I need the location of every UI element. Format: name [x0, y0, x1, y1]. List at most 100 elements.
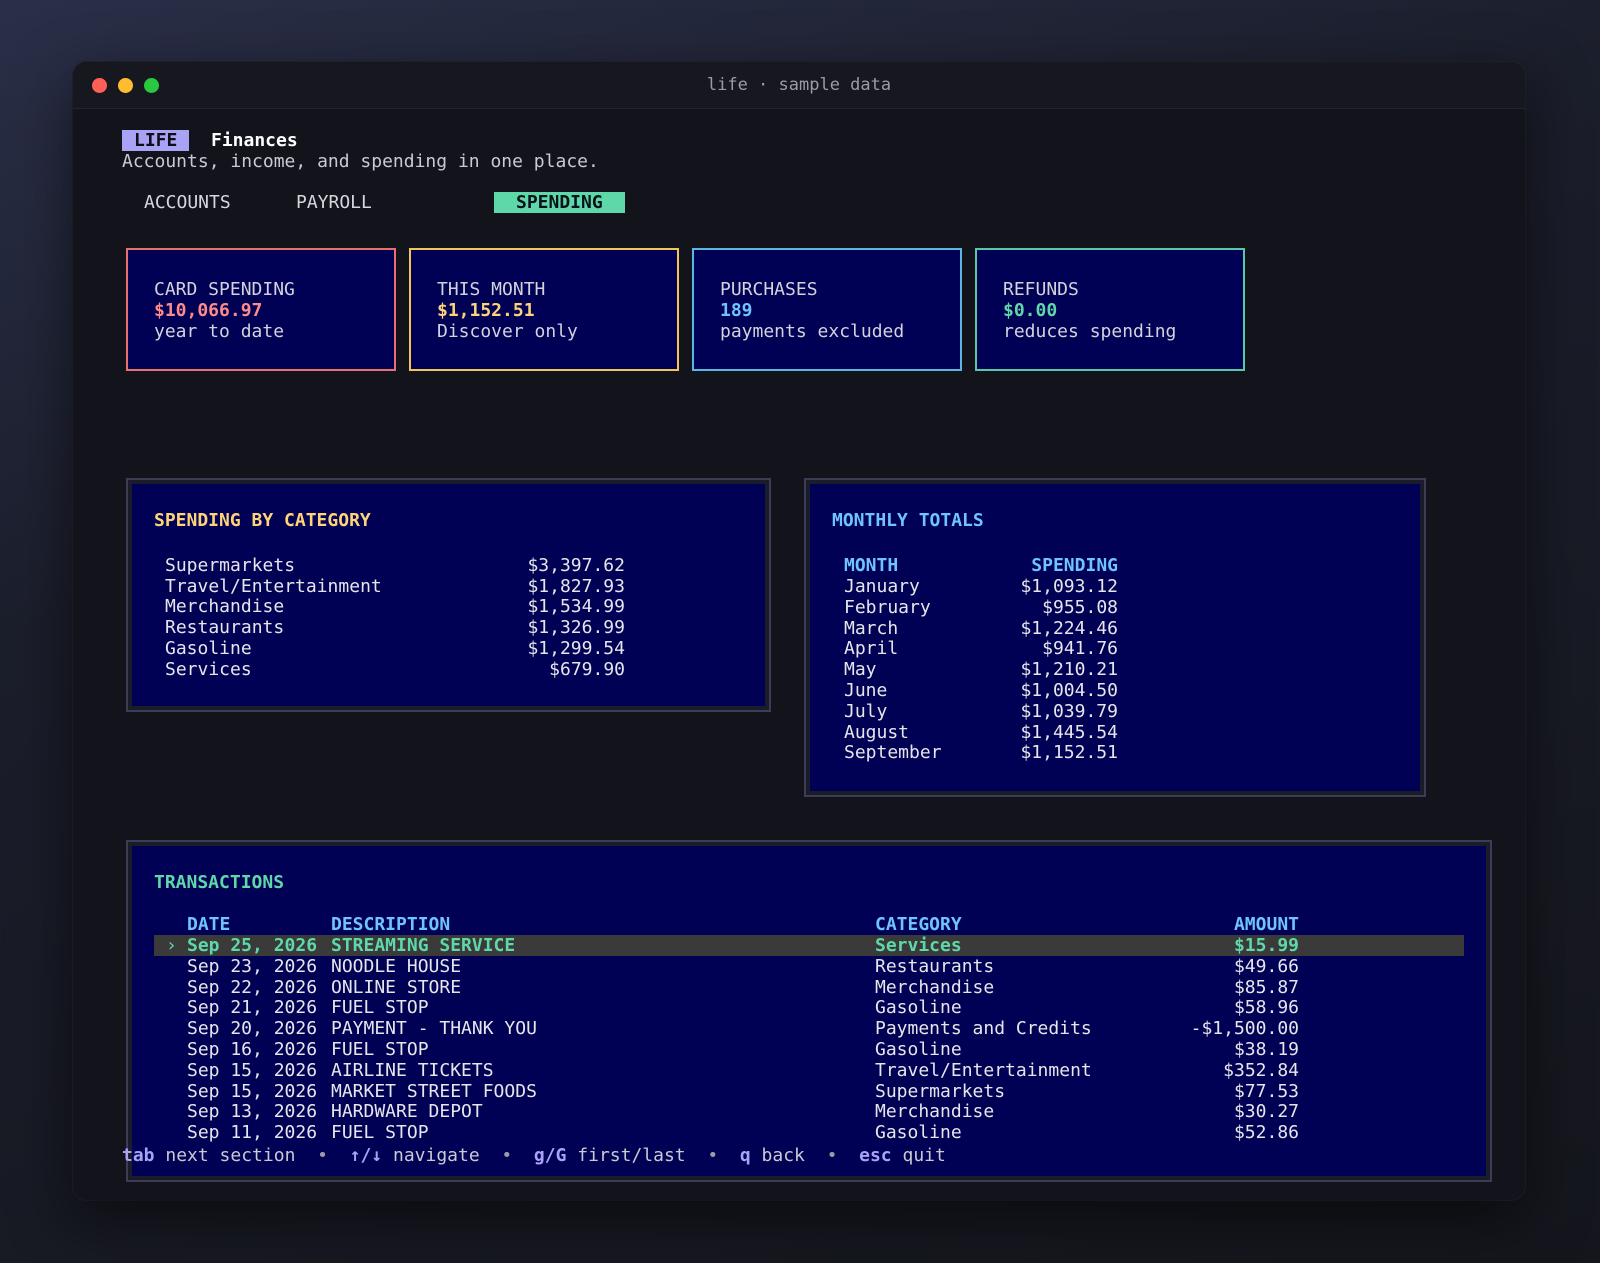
card-spending-card: CARD SPENDING $10,066.97 year to date [126, 248, 396, 371]
hint-key: tab [122, 1145, 155, 1166]
transaction-amount: $38.19 [1233, 1039, 1299, 1060]
transaction-date: Sep 25, 2026 [187, 935, 318, 956]
spending-column-header: SPENDING [1031, 555, 1118, 576]
card-value: $0.00 [1003, 300, 1058, 321]
hint-key: esc [859, 1145, 892, 1166]
category-name: Services [165, 658, 252, 680]
transaction-category: Payments and Credits [875, 1018, 1092, 1040]
category-column-header: CATEGORY [875, 914, 962, 935]
keyboard-hints: tab next section • ↑/↓ navigate • g/G fi… [122, 1145, 946, 1166]
transaction-category: Merchandise [875, 976, 995, 998]
card-label: PURCHASES [720, 279, 818, 300]
spending-by-category-panel[interactable]: SPENDING BY CATEGORY Supermarkets $3,397.… [126, 478, 771, 712]
hint-key: q [739, 1145, 751, 1166]
card-content: REFUNDS $0.00 reduces spending [1003, 279, 1176, 342]
transaction-amount: $49.66 [1233, 955, 1299, 977]
transaction-date: Sep 20, 2026 [187, 1018, 318, 1040]
card-caption: payments excluded [720, 321, 905, 342]
monthly-totals-panel[interactable]: MONTHLY TOTALS MONTH SPENDING January $1,… [804, 478, 1426, 797]
transaction-description: STREAMING SERVICE [331, 935, 516, 956]
app-window: life · sample data LIFE Finances Account… [73, 62, 1525, 1200]
selection-marker: › [166, 935, 177, 956]
app-badge: LIFE [122, 130, 190, 151]
title-bar: life · sample data [73, 62, 1525, 109]
transaction-row[interactable]: Sep 11, 2026 FUEL STOP Gasoline $52.86 [154, 1122, 1464, 1143]
card-caption: year to date [154, 321, 285, 342]
refunds-card: REFUNDS $0.00 reduces spending [975, 248, 1245, 371]
hint-action: quit [902, 1145, 946, 1166]
month-name: April [844, 638, 899, 660]
transaction-row[interactable]: Sep 13, 2026 HARDWARE DEPOT Merchandise $30… [154, 1101, 1464, 1122]
hint-separator: • [707, 1145, 719, 1166]
transaction-category: Gasoline [875, 997, 962, 1019]
month-amount: $1,224.46 [1020, 617, 1118, 639]
month-amount: $1,004.50 [1020, 680, 1118, 701]
tab-accounts[interactable]: ACCOUNTS [122, 192, 253, 213]
month-amount: $1,210.21 [1020, 659, 1118, 681]
hint-action: navigate [392, 1145, 480, 1166]
card-content: THIS MONTH $1,152.51 Discover only [437, 279, 578, 342]
hint-separator: • [501, 1145, 513, 1166]
card-value: $10,066.97 [154, 300, 263, 321]
month-amount: $955.08 [1042, 596, 1118, 618]
amount-column-header: AMOUNT [1233, 914, 1299, 935]
card-content: PURCHASES 189 payments excluded [720, 279, 904, 342]
transaction-date: Sep 11, 2026 [187, 1122, 318, 1144]
transactions-panel[interactable]: TRANSACTIONS DATE DESCRIPTION CATEGORY A… [126, 840, 1492, 1182]
transaction-row[interactable]: Sep 23, 2026 NOODLE HOUSE Restaurants $49.6… [154, 956, 1464, 977]
tab-spending[interactable]: SPENDING [494, 192, 625, 213]
hint-separator: • [826, 1145, 838, 1166]
panel-title: SPENDING BY CATEGORY [154, 510, 371, 531]
transaction-row[interactable]: Sep 21, 2026 FUEL STOP Gasoline $58.96 [154, 997, 1464, 1018]
card-value: 189 [720, 300, 753, 321]
category-name: Merchandise [165, 596, 285, 618]
transaction-amount: $30.27 [1233, 1101, 1299, 1123]
transaction-row[interactable]: Sep 22, 2026 ONLINE STORE Merchandise $85.8… [154, 977, 1464, 998]
hint-separator: • [317, 1145, 328, 1166]
category-amount: $1,827.93 [527, 575, 625, 597]
transaction-description: AIRLINE TICKETS [331, 1059, 494, 1081]
card-label: REFUNDS [1003, 279, 1079, 300]
transaction-row[interactable]: Sep 16, 2026 FUEL STOP Gasoline $38.19 [154, 1039, 1464, 1060]
month-name: June [844, 680, 888, 701]
month-name: July [844, 700, 888, 722]
month-name: August [844, 721, 910, 743]
month-name: March [844, 617, 899, 639]
month-amount: $1,039.79 [1020, 700, 1118, 722]
transaction-row[interactable]: › Sep 25, 2026 STREAMING SERVICE Services $1… [154, 935, 1464, 956]
hint-key: g/G [533, 1145, 567, 1166]
main-content: LIFE Finances Accounts, income, and spen… [73, 108, 1525, 1200]
category-amount: $3,397.62 [527, 555, 625, 576]
card-caption: reduces spending [1003, 321, 1177, 342]
transaction-description: MARKET STREET FOODS [331, 1080, 537, 1102]
transaction-category: Supermarkets [875, 1080, 1006, 1102]
tab-payroll[interactable]: PAYROLL [274, 192, 394, 213]
transaction-amount: $352.84 [1223, 1059, 1299, 1081]
transaction-date: Sep 23, 2026 [187, 955, 318, 977]
month-amount: $1,445.54 [1020, 721, 1118, 743]
transaction-category: Services [875, 935, 962, 956]
category-amount: $679.90 [549, 658, 625, 680]
transaction-description: FUEL STOP [331, 1039, 429, 1060]
transaction-description: HARDWARE DEPOT [331, 1101, 483, 1123]
transaction-row[interactable]: Sep 15, 2026 AIRLINE TICKETS Travel/Entert… [154, 1060, 1464, 1081]
hint-action: next section [165, 1145, 296, 1166]
transaction-date: Sep 22, 2026 [187, 976, 318, 998]
date-column-header: DATE [187, 914, 231, 935]
transaction-date: Sep 21, 2026 [187, 997, 318, 1019]
this-month-card: THIS MONTH $1,152.51 Discover only [409, 248, 679, 371]
month-name: January [844, 576, 920, 597]
card-caption: Discover only [437, 321, 578, 342]
description-column-header: DESCRIPTION [331, 914, 451, 935]
transaction-amount: $58.96 [1233, 997, 1299, 1019]
month-amount: $1,152.51 [1020, 742, 1118, 764]
card-content: CARD SPENDING $10,066.97 year to date [154, 279, 295, 342]
hint-action: first/last [577, 1145, 686, 1166]
panel-title: MONTHLY TOTALS [832, 510, 984, 531]
transaction-row[interactable]: Sep 20, 2026 PAYMENT - THANK YOU Payments … [154, 1018, 1464, 1039]
card-label: THIS MONTH [437, 279, 546, 300]
month-name: May [844, 659, 877, 681]
transaction-description: NOODLE HOUSE [331, 955, 462, 977]
transaction-row[interactable]: Sep 15, 2026 MARKET STREET FOODS Supermark… [154, 1081, 1464, 1102]
transaction-category: Restaurants [875, 955, 995, 977]
